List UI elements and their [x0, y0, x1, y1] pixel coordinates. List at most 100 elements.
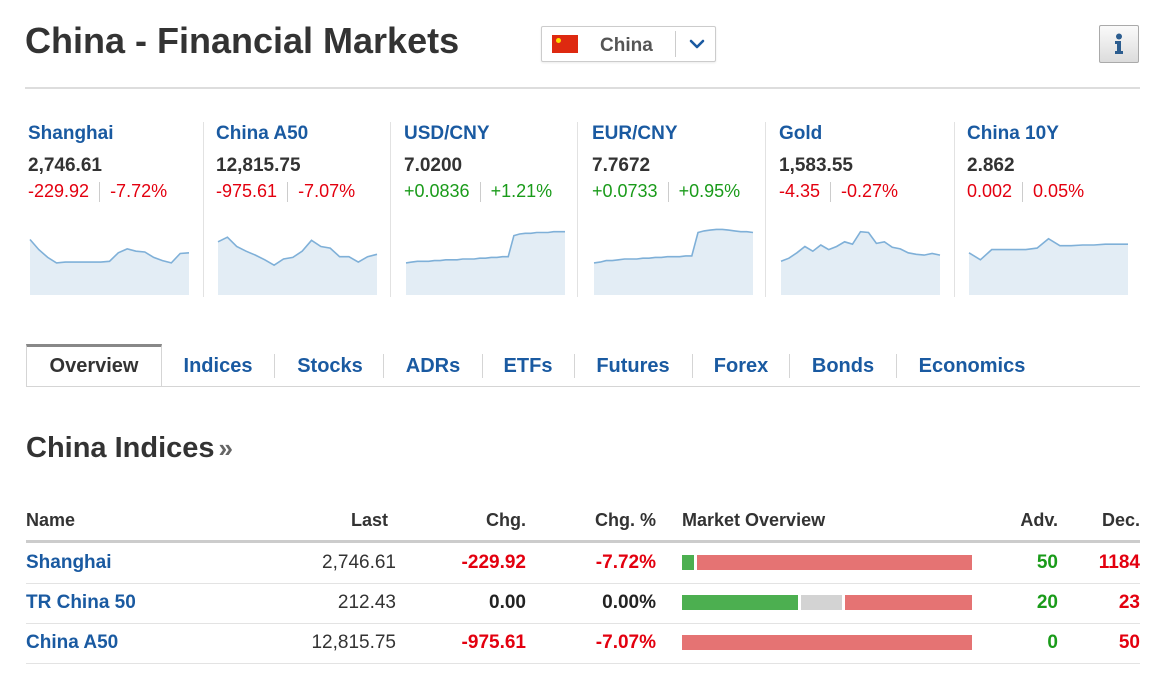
tile-divider: [765, 122, 766, 297]
sparkline-chart: [405, 230, 565, 295]
quote-tile-china-a50[interactable]: China A50 12,815.75 -975.61 -7.07%: [216, 120, 382, 300]
cell-dec: 50: [1118, 632, 1140, 653]
tab-forex[interactable]: Forex: [698, 345, 784, 385]
tab-bonds[interactable]: Bonds: [794, 345, 892, 385]
info-button[interactable]: [1099, 25, 1139, 63]
cell-chg: -229.92: [461, 552, 526, 573]
market-overview-bar: [682, 595, 972, 610]
cell-last: 212.43: [337, 592, 396, 613]
select-divider: [675, 31, 676, 57]
col-dec: Dec.: [1101, 510, 1140, 530]
quote-name[interactable]: Shanghai: [28, 123, 114, 145]
table-row: China A50 12,815.75 -975.61 -7.07% 0 50: [26, 623, 1140, 664]
quote-tile-china-10y[interactable]: China 10Y 2.862 0.002 0.05%: [967, 120, 1133, 300]
col-name: Name: [26, 510, 76, 530]
bar-unchanged: [801, 595, 842, 610]
cell-chg: 0.00: [489, 592, 526, 613]
cell-last: 2,746.61: [322, 552, 396, 573]
sparkline-area: [969, 238, 1128, 295]
tab-economics[interactable]: Economics: [902, 345, 1042, 385]
quote-change: 0.002 0.05%: [967, 181, 1085, 203]
tab-separator: [896, 354, 897, 378]
quote-change-percent: -7.07%: [298, 181, 356, 201]
change-divider: [667, 182, 669, 203]
table-row: TR China 50 212.43 0.00 0.00% 20 23: [26, 583, 1140, 624]
cell-chg-pct: -7.72%: [595, 552, 656, 573]
quote-tile-shanghai[interactable]: Shanghai 2,746.61 -229.92 -7.72%: [28, 120, 194, 300]
tab-separator: [574, 354, 575, 378]
quote-change: +0.0733 +0.95%: [592, 181, 741, 203]
bar-declining: [845, 595, 972, 610]
bar-declining: [697, 555, 972, 570]
quote-name[interactable]: USD/CNY: [404, 123, 490, 145]
change-divider: [830, 182, 832, 203]
tile-divider: [390, 122, 391, 297]
col-last: Last: [350, 510, 388, 530]
quote-change: +0.0836 +1.21%: [404, 181, 553, 203]
bar-declining: [682, 635, 972, 650]
table-header: Name Last Chg. Chg. % Market Overview Ad…: [26, 508, 1140, 543]
tab-separator: [482, 354, 483, 378]
tab-indices[interactable]: Indices: [168, 345, 268, 385]
quote-change-percent: 0.05%: [1033, 181, 1085, 201]
col-market-overview: Market Overview: [682, 510, 826, 530]
section-title-link[interactable]: China Indices»: [26, 432, 233, 465]
table-row: Shanghai 2,746.61 -229.92 -7.72% 50 1184: [26, 543, 1140, 584]
sparkline-chart: [593, 228, 754, 295]
quote-change-value: +0.0733: [592, 181, 658, 201]
tab-bar: Overview Indices Stocks ADRs ETFs Future…: [26, 344, 1140, 387]
quote-last: 7.0200: [404, 155, 463, 176]
quote-last: 12,815.75: [216, 155, 301, 176]
sparkline-line: [29, 238, 190, 264]
quote-change-value: 0.002: [967, 181, 1013, 201]
quote-change-percent: +1.21%: [490, 181, 553, 201]
sparkline-area: [218, 237, 377, 295]
tab-etfs[interactable]: ETFs: [486, 345, 570, 385]
change-divider: [1022, 182, 1024, 203]
page-title: China - Financial Markets: [25, 20, 460, 61]
cell-adv: 50: [1036, 552, 1058, 573]
bar-advancing: [682, 595, 798, 610]
quote-name[interactable]: China 10Y: [967, 123, 1059, 145]
info-icon: [1115, 33, 1123, 54]
sparkline-chart: [217, 236, 378, 295]
change-divider: [99, 182, 101, 203]
tab-adrs[interactable]: ADRs: [388, 345, 478, 385]
cell-adv: 20: [1036, 592, 1058, 613]
sparkline-area: [781, 231, 940, 295]
china-flag-icon: [552, 35, 578, 53]
cell-dec: 23: [1118, 592, 1140, 613]
quote-change: -229.92 -7.72%: [28, 181, 167, 203]
quote-change-value: -229.92: [28, 181, 90, 201]
tab-overview[interactable]: Overview: [26, 344, 162, 386]
country-select[interactable]: China: [541, 26, 716, 62]
sparkline-area: [406, 231, 565, 295]
quote-tile-eur-cny[interactable]: EUR/CNY 7.7672 +0.0733 +0.95%: [592, 120, 758, 300]
country-select-label: China: [600, 35, 653, 56]
quote-tile-gold[interactable]: Gold 1,583.55 -4.35 -0.27%: [779, 120, 945, 300]
market-overview-bar: [682, 555, 972, 570]
tab-futures[interactable]: Futures: [582, 345, 684, 385]
cell-chg-pct: -7.07%: [595, 632, 656, 653]
tile-divider: [577, 122, 578, 297]
cell-chg-pct: 0.00%: [602, 592, 656, 613]
chevron-down-icon[interactable]: [682, 29, 712, 59]
tab-separator: [274, 354, 275, 378]
cell-dec: 1184: [1098, 552, 1140, 573]
quote-last: 2,746.61: [28, 155, 102, 176]
index-name-link[interactable]: China A50: [26, 632, 118, 654]
col-chg: Chg.: [486, 510, 526, 530]
quote-change-percent: +0.95%: [678, 181, 741, 201]
quote-change-value: +0.0836: [404, 181, 470, 201]
cell-last: 12,815.75: [311, 632, 396, 653]
quote-name[interactable]: Gold: [779, 123, 822, 145]
tab-stocks[interactable]: Stocks: [280, 345, 380, 385]
change-divider: [287, 182, 289, 203]
sparkline-area: [594, 229, 753, 295]
index-name-link[interactable]: Shanghai: [26, 552, 112, 574]
quote-name[interactable]: EUR/CNY: [592, 123, 678, 145]
index-name-link[interactable]: TR China 50: [26, 592, 136, 614]
tile-divider: [203, 122, 204, 297]
quote-tile-usd-cny[interactable]: USD/CNY 7.0200 +0.0836 +1.21%: [404, 120, 570, 300]
quote-name[interactable]: China A50: [216, 123, 308, 145]
